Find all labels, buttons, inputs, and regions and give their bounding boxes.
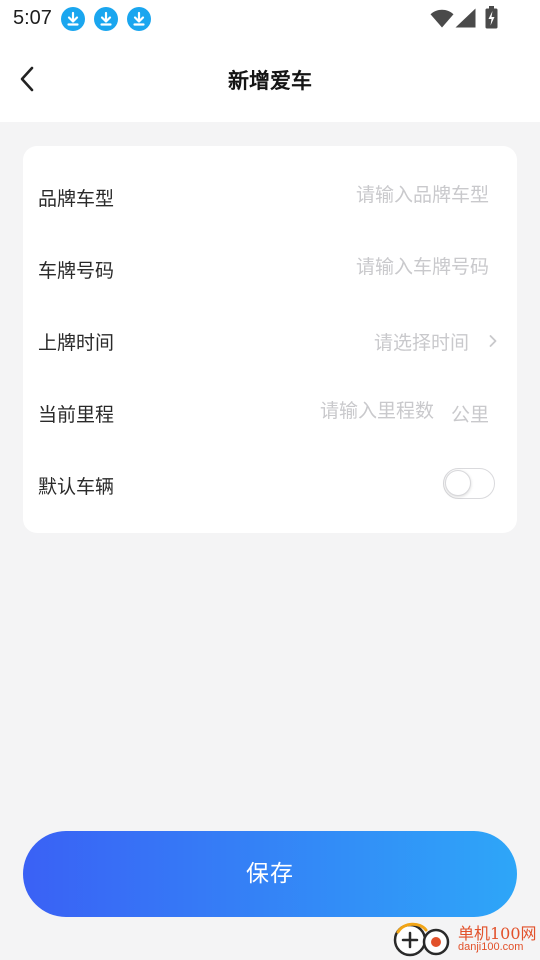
toggle-knob xyxy=(445,470,471,496)
status-time: 5:07 xyxy=(13,7,52,29)
header-bar: 新增爱车 xyxy=(0,38,540,122)
download-icon xyxy=(94,7,118,31)
status-bar: 5:07 xyxy=(0,0,540,38)
default-car-label: 默认车辆 xyxy=(38,476,115,498)
form-row-default-car: 默认车辆 xyxy=(23,448,517,520)
save-button[interactable]: 保存 xyxy=(23,831,517,917)
download-icon xyxy=(127,7,151,31)
form-row-brand-model[interactable]: 品牌车型 xyxy=(23,160,517,232)
battery-charging-icon xyxy=(485,6,498,29)
brand-model-input[interactable] xyxy=(259,184,489,206)
registration-date-label: 上牌时间 xyxy=(38,332,115,354)
watermark-url: danji100.com xyxy=(458,941,524,953)
car-form-card: 品牌车型 车牌号码 上牌时间 请选择时间 当前里程 公里 默认车辆 xyxy=(23,146,517,533)
form-row-mileage[interactable]: 当前里程 公里 xyxy=(23,376,517,448)
plate-number-input[interactable] xyxy=(259,256,489,278)
wifi-icon xyxy=(430,9,454,28)
page-title: 新增爱车 xyxy=(228,69,312,93)
form-row-plate-number[interactable]: 车牌号码 xyxy=(23,232,517,304)
download-icon xyxy=(61,7,85,31)
chevron-right-icon xyxy=(489,335,497,347)
mileage-input[interactable] xyxy=(264,400,434,422)
mileage-label: 当前里程 xyxy=(38,404,115,426)
mileage-unit: 公里 xyxy=(450,404,489,426)
watermark: 单机100网 danji100.com xyxy=(388,918,540,960)
registration-date-select[interactable]: 请选择时间 xyxy=(374,328,469,355)
signal-icon xyxy=(455,8,476,28)
watermark-logo-icon xyxy=(393,922,450,957)
default-car-toggle[interactable] xyxy=(443,468,495,499)
form-row-registration-date[interactable]: 上牌时间 请选择时间 xyxy=(23,304,517,376)
plate-number-label: 车牌号码 xyxy=(38,260,115,282)
brand-model-label: 品牌车型 xyxy=(38,188,115,210)
